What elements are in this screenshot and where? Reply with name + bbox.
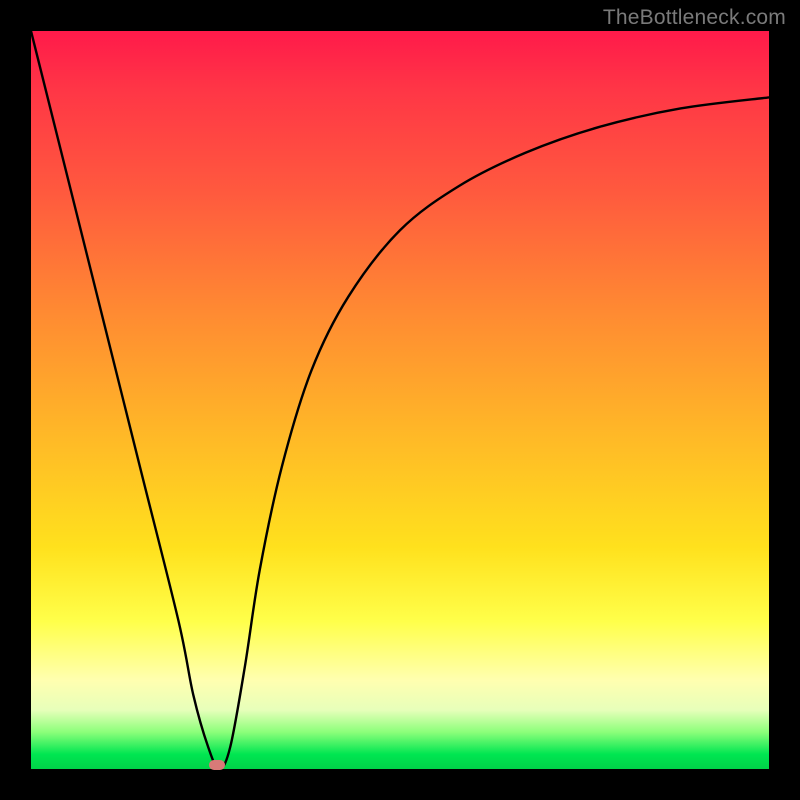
plot-area <box>31 31 769 769</box>
curve-svg <box>31 31 769 769</box>
bottleneck-curve <box>31 31 769 769</box>
chart-frame: TheBottleneck.com <box>0 0 800 800</box>
attribution-label: TheBottleneck.com <box>603 6 786 30</box>
minimum-marker <box>209 760 225 770</box>
